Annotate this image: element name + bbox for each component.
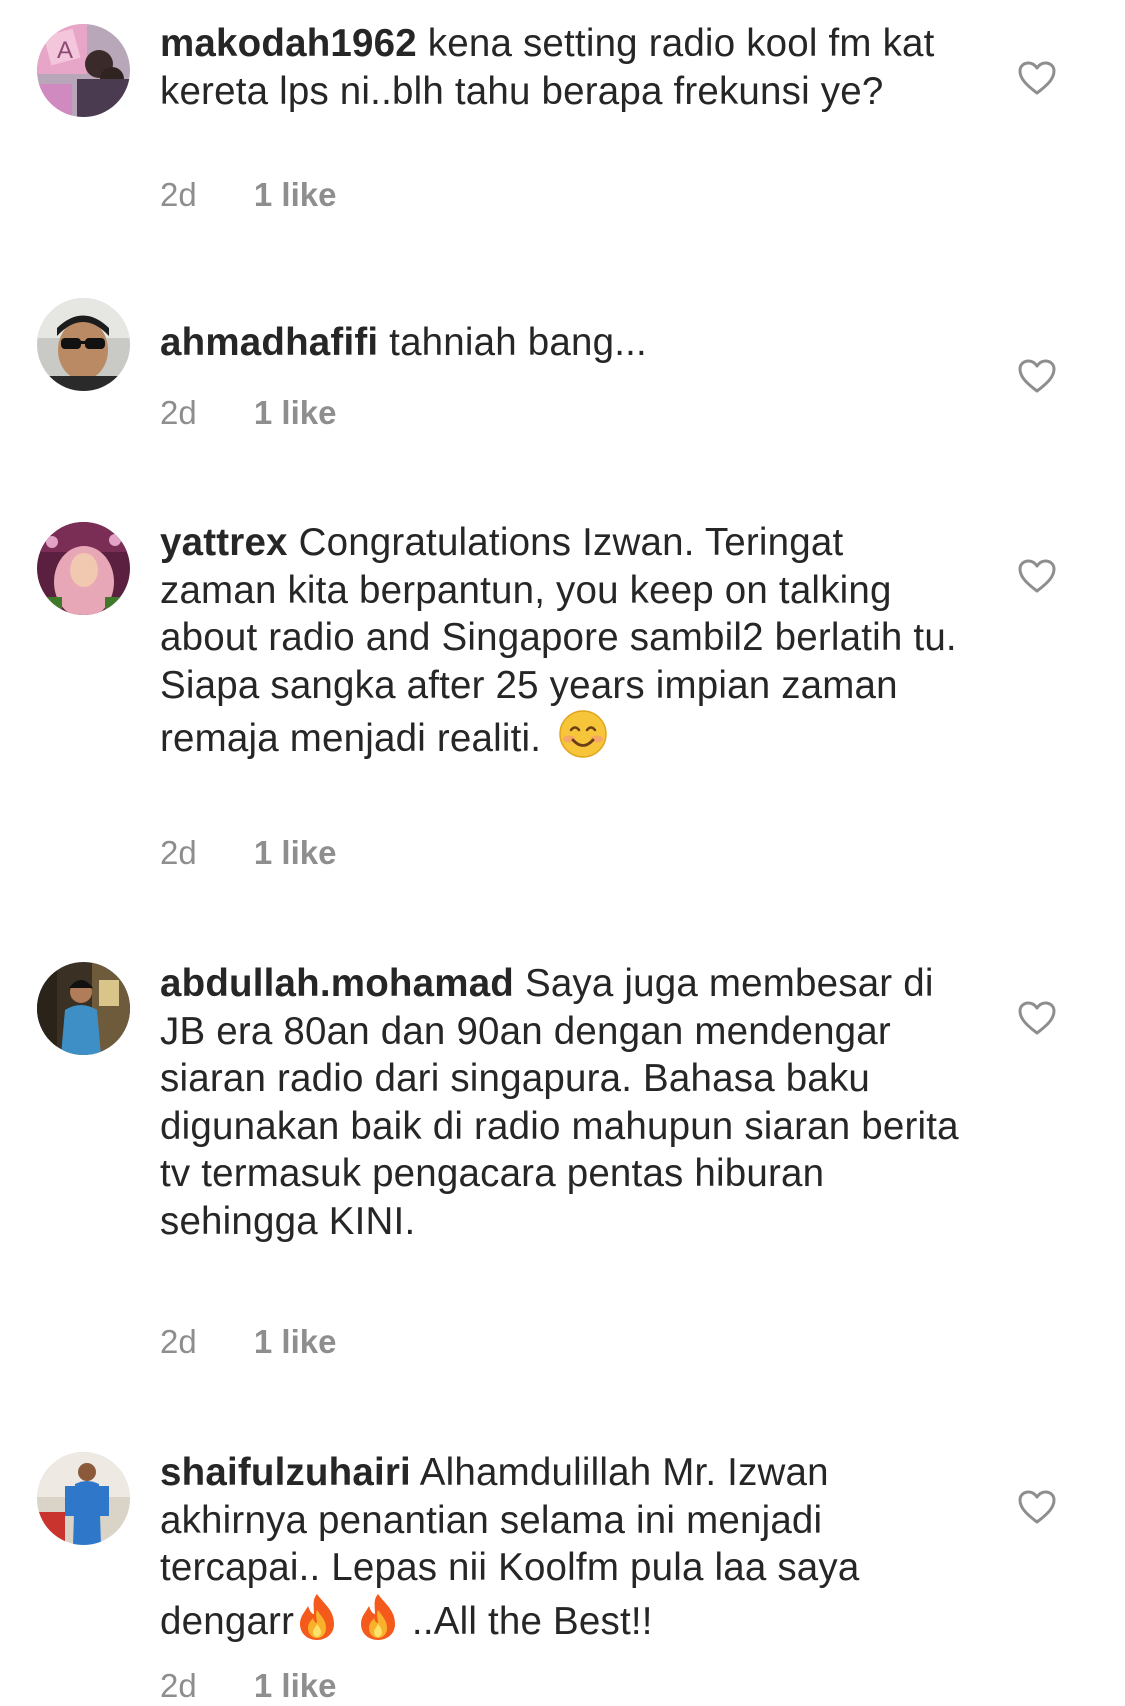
avatar[interactable] xyxy=(37,522,130,615)
comment-meta: 2d 1 like xyxy=(160,1666,336,1706)
avatar[interactable] xyxy=(37,298,130,391)
comment-likes[interactable]: 1 like xyxy=(254,393,337,433)
comment-text: shaifulzuhairi Alhamdulillah Mr. Izwan a… xyxy=(160,1449,960,1645)
avatar-image xyxy=(37,962,130,1055)
comment-username[interactable]: shaifulzuhairi xyxy=(160,1451,411,1494)
comment-likes[interactable]: 1 like xyxy=(254,175,337,215)
comment-likes[interactable]: 1 like xyxy=(254,1322,337,1362)
comment-meta: 2d 1 like xyxy=(160,833,336,873)
svg-text:A: A xyxy=(57,37,73,64)
comment-time: 2d xyxy=(160,394,197,431)
comment-text: ahmadhafifi tahniah bang... xyxy=(160,319,960,367)
comment-meta: 2d 1 like xyxy=(160,1322,336,1362)
heart-outline-icon[interactable] xyxy=(1017,1000,1057,1036)
heart-outline-icon[interactable] xyxy=(1017,358,1057,394)
avatar-image: A xyxy=(37,24,130,117)
comment-username[interactable]: yattrex xyxy=(160,521,288,564)
smiling-face-emoji xyxy=(558,709,608,759)
comment-likes[interactable]: 1 like xyxy=(254,833,337,873)
comment-text: yattrex Congratulations Izwan. Teringat … xyxy=(160,519,960,763)
comment-time: 2d xyxy=(160,176,197,213)
comment-username[interactable]: makodah1962 xyxy=(160,22,417,65)
comment-likes[interactable]: 1 like xyxy=(254,1666,337,1706)
comment-meta: 2d 1 like xyxy=(160,175,336,215)
comment-text: makodah1962 kena setting radio kool fm k… xyxy=(160,20,960,115)
fire-emoji xyxy=(355,1592,401,1642)
fire-emoji xyxy=(294,1592,340,1642)
avatar-image xyxy=(37,298,130,391)
comment-username[interactable]: abdullah.mohamad xyxy=(160,962,514,1005)
comment-body-end: ..All the Best!! xyxy=(411,1599,653,1643)
avatar-image xyxy=(37,522,130,615)
heart-outline-icon[interactable] xyxy=(1017,60,1057,96)
avatar-image xyxy=(37,1452,130,1545)
avatar[interactable] xyxy=(37,962,130,1055)
avatar[interactable] xyxy=(37,1452,130,1545)
comment-meta: 2d 1 like xyxy=(160,393,336,433)
comment-time: 2d xyxy=(160,1323,197,1360)
comment-username[interactable]: ahmadhafifi xyxy=(160,321,378,364)
comment-text: abdullah.mohamad Saya juga membesar di J… xyxy=(160,960,960,1245)
comment-time: 2d xyxy=(160,1667,197,1704)
avatar[interactable]: A xyxy=(37,24,130,117)
heart-outline-icon[interactable] xyxy=(1017,1489,1057,1525)
comment-body: tahniah bang... xyxy=(389,321,647,364)
comment-time: 2d xyxy=(160,834,197,871)
heart-outline-icon[interactable] xyxy=(1017,558,1057,594)
